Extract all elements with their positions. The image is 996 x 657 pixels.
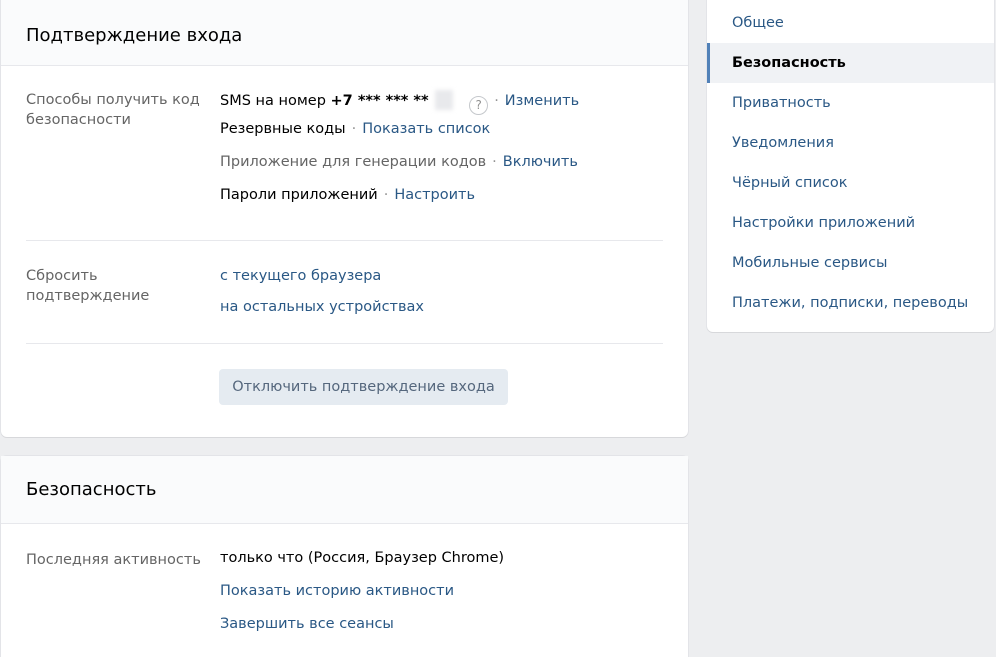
security-title: Безопасность: [1, 456, 688, 524]
dot-separator: ·: [494, 93, 499, 109]
settings-page: Подтверждение входа Способы получить код…: [0, 0, 996, 657]
menu-item-general[interactable]: Общее: [707, 3, 994, 43]
change-phone-link[interactable]: Изменить: [505, 93, 579, 109]
menu-item-privacy[interactable]: Приватность: [707, 83, 994, 123]
sms-number: +7 *** *** **: [330, 93, 429, 109]
divider: [26, 240, 663, 241]
menu-item-notifications[interactable]: Уведомления: [707, 123, 994, 163]
end-all-sessions-link[interactable]: Завершить все сеансы: [220, 614, 394, 634]
authenticator-label: Приложение для генерации кодов: [220, 154, 487, 170]
reset-other-devices-link[interactable]: на остальных устройствах: [220, 297, 424, 317]
sms-prefix: SMS на номер: [220, 93, 326, 109]
app-passwords-label: Пароли приложений: [220, 187, 378, 203]
login-confirm-title: Подтверждение входа: [1, 0, 688, 66]
help-icon[interactable]: ?: [469, 95, 489, 115]
reset-current-browser-link[interactable]: с текущего браузера: [220, 266, 381, 286]
show-activity-history-link[interactable]: Показать историю активности: [220, 581, 454, 601]
menu-item-mobile-services[interactable]: Мобильные сервисы: [707, 243, 994, 283]
security-card: Безопасность Последняя активность только…: [1, 456, 688, 657]
last-activity-label: Последняя активность: [26, 552, 201, 568]
menu-item-security[interactable]: Безопасность: [707, 43, 994, 83]
authenticator-method: Приложение для генерации кодов · Включить: [220, 152, 578, 172]
disable-login-confirm-button[interactable]: Отключить подтверждение входа: [219, 369, 508, 405]
divider: [26, 343, 663, 344]
show-backup-codes-link[interactable]: Показать список: [362, 121, 490, 137]
menu-item-blacklist[interactable]: Чёрный список: [707, 163, 994, 203]
settings-menu: Общее Безопасность Приватность Уведомлен…: [707, 0, 994, 332]
dot-separator: ·: [492, 154, 497, 170]
methods-label: Способы получить код безопасности: [26, 92, 200, 128]
backup-codes-label: Резервные коды: [220, 121, 346, 137]
sms-method: SMS на номер +7 *** *** ** ? · Изменить: [220, 90, 579, 115]
dot-separator: ·: [383, 187, 389, 203]
enable-authenticator-link[interactable]: Включить: [503, 154, 578, 170]
hidden-digits: [434, 90, 453, 110]
reset-label: Сбросить подтверждение: [26, 268, 150, 304]
backup-codes-method: Резервные коды · Показать список: [220, 119, 490, 139]
last-activity-value: только что (Россия, Браузер Chrome): [220, 550, 505, 566]
login-confirm-card: Подтверждение входа Способы получить код…: [1, 0, 688, 437]
menu-item-app-settings[interactable]: Настройки приложений: [707, 203, 994, 243]
configure-app-passwords-link[interactable]: Настроить: [394, 187, 475, 203]
app-passwords-method: Пароли приложений · Настроить: [220, 185, 475, 205]
dot-separator: ·: [351, 121, 357, 137]
menu-item-payments[interactable]: Платежи, подписки, переводы: [707, 283, 994, 323]
